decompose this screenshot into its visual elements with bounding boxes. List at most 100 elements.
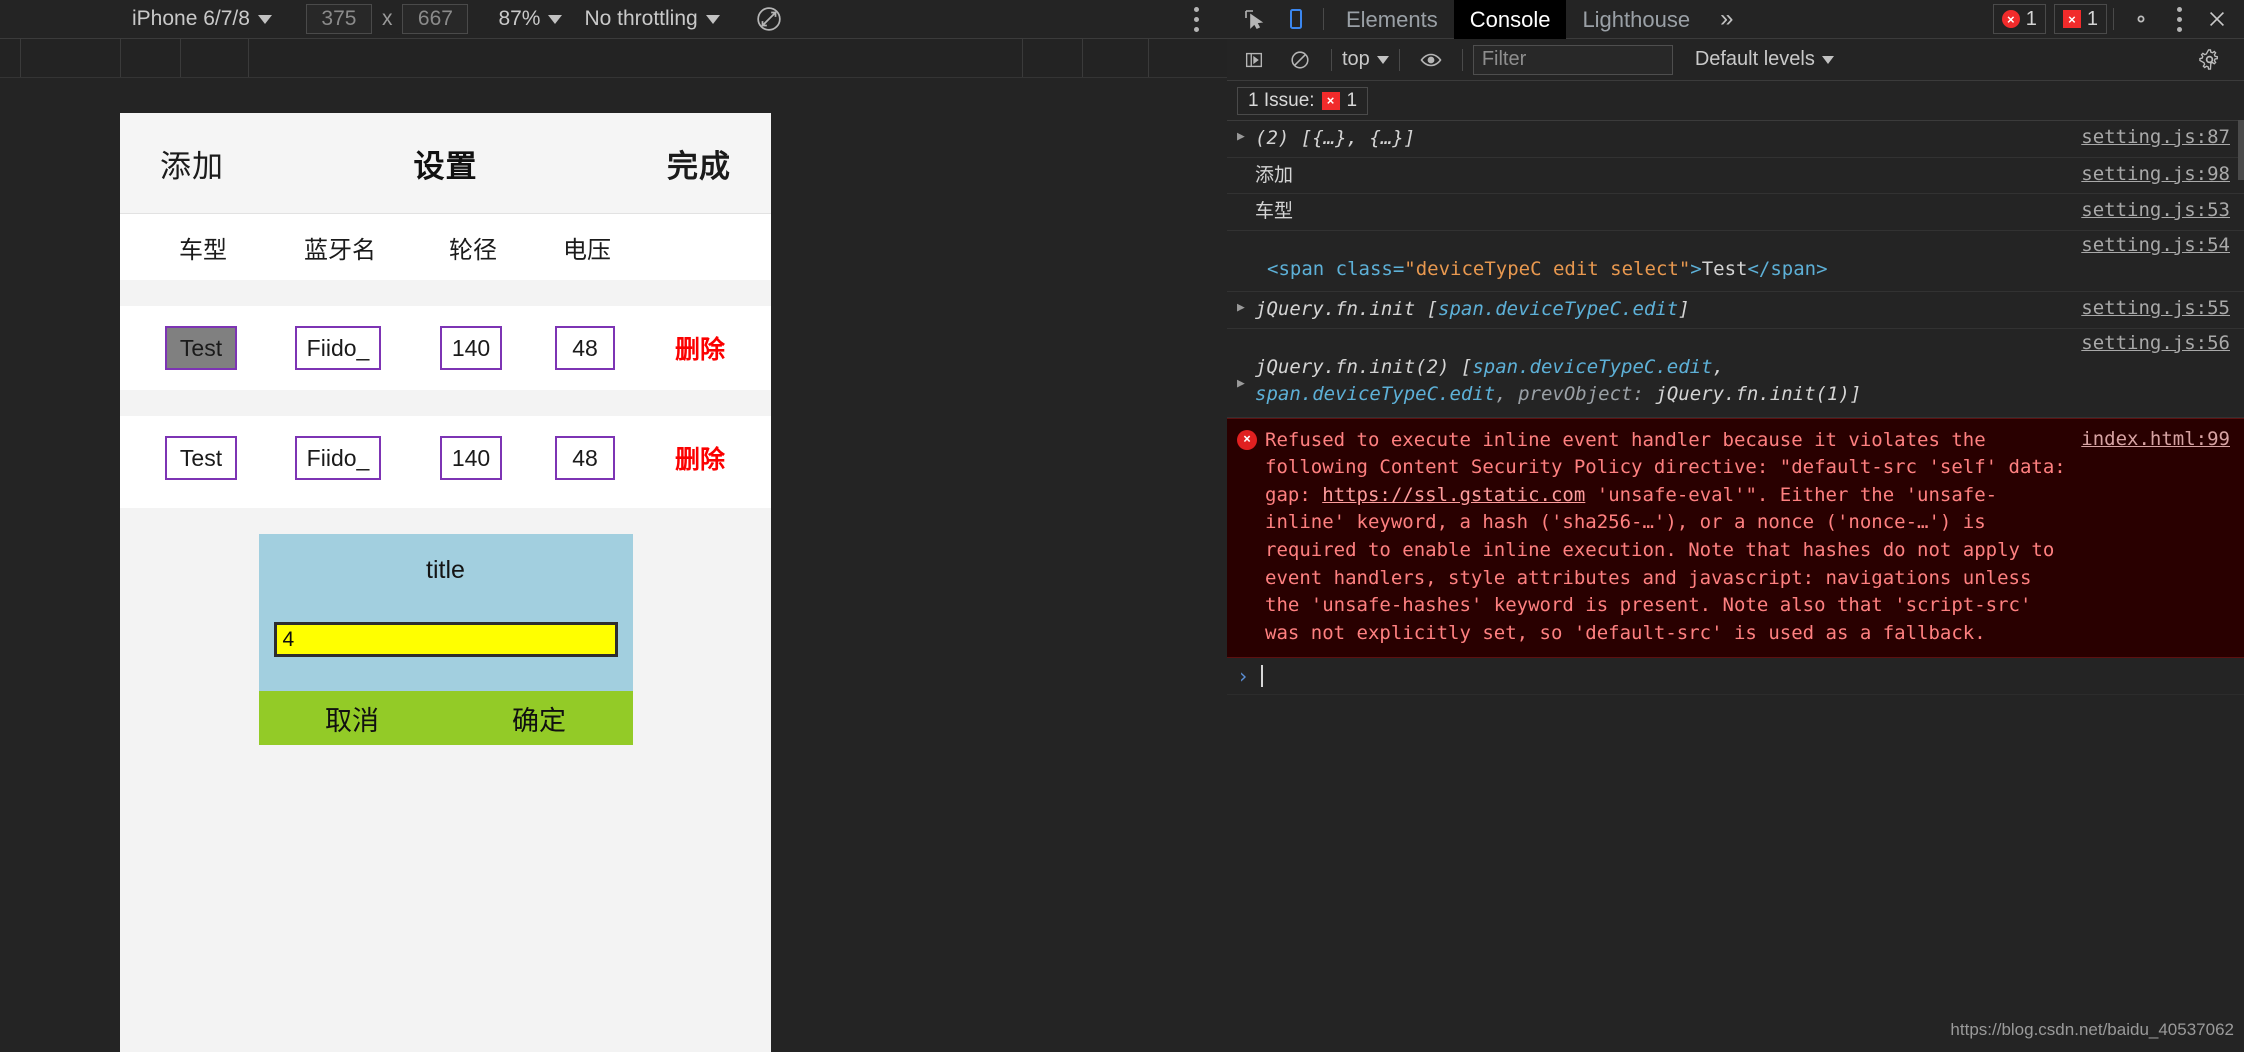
console-message[interactable]: 车型 setting.js:53 bbox=[1227, 194, 2244, 231]
console-message[interactable]: setting.js:56 ▶ jQuery.fn.init(2) [span.… bbox=[1227, 329, 2244, 418]
jquery2-line1-suffix: , bbox=[1712, 355, 1725, 378]
delete-button[interactable]: 删除 bbox=[675, 440, 725, 476]
tab-lighthouse[interactable]: Lighthouse bbox=[1566, 0, 1706, 39]
console-message-text: 添加 bbox=[1255, 163, 1294, 186]
jquery-suffix: ] bbox=[1678, 298, 1690, 321]
modal-confirm-button[interactable]: 确定 bbox=[446, 699, 633, 738]
devtools-panel: Elements Console Lighthouse » × 1 × 1 to… bbox=[1227, 0, 2244, 1052]
issues-bar: 1 Issue: × 1 bbox=[1227, 81, 2244, 121]
console-message-text: (2) [{…}, {…}] bbox=[1255, 127, 1416, 149]
more-vertical-icon[interactable] bbox=[1179, 0, 1213, 39]
expand-spacer bbox=[1237, 162, 1255, 166]
voltage-chip[interactable]: 48 bbox=[555, 436, 615, 480]
html-text-token: Test bbox=[1701, 257, 1748, 280]
toolbar-divider bbox=[1323, 8, 1324, 30]
tab-elements[interactable]: Elements bbox=[1330, 0, 1454, 39]
console-sidebar-icon[interactable] bbox=[1233, 40, 1275, 79]
more-tabs-icon[interactable]: » bbox=[1706, 5, 1747, 33]
console-scrollbar[interactable] bbox=[2238, 120, 2244, 180]
device-toolbar: iPhone 6/7/8 375 x 667 87% No throttling bbox=[0, 0, 1227, 39]
console-message-jquery-multiline: jQuery.fn.init(2) [span.deviceTypeC.edit… bbox=[1255, 354, 2230, 409]
html-close-token: </span> bbox=[1747, 257, 1828, 280]
issues-chip[interactable]: 1 Issue: × 1 bbox=[1237, 86, 1369, 115]
voltage-chip[interactable]: 48 bbox=[555, 326, 615, 370]
error-link[interactable]: https://ssl.gstatic.com bbox=[1322, 484, 1585, 506]
console-prompt[interactable]: › bbox=[1227, 658, 2244, 696]
clear-console-icon[interactable] bbox=[1279, 40, 1321, 79]
jquery2-line2-mid: , prevObject: bbox=[1495, 383, 1656, 406]
vehicle-type-chip[interactable]: Test bbox=[165, 436, 237, 480]
toolbar-divider bbox=[1461, 48, 1463, 71]
phone-viewport: 添加 设置 完成 车型 蓝牙名 轮径 电压 Test Fiido_ 140 48… bbox=[120, 113, 771, 1052]
gear-icon[interactable] bbox=[2120, 0, 2162, 39]
jquery2-line1-prefix: jQuery.fn.init(2) [ bbox=[1255, 355, 1473, 378]
dimension-separator: x bbox=[381, 7, 393, 30]
filter-input[interactable]: Filter bbox=[1472, 44, 1673, 75]
console-message-source[interactable]: setting.js:87 bbox=[2081, 125, 2230, 148]
console-message-source[interactable]: setting.js:54 bbox=[2081, 233, 2230, 256]
issues-count: 1 bbox=[1346, 89, 1358, 111]
console-message[interactable]: 添加 setting.js:98 bbox=[1227, 158, 2244, 195]
console-message-source[interactable]: setting.js:55 bbox=[2081, 296, 2230, 319]
live-expression-icon[interactable] bbox=[1410, 40, 1452, 79]
log-levels-selector[interactable]: Default levels bbox=[1695, 48, 1834, 71]
vehicle-type-chip[interactable]: Test bbox=[165, 326, 237, 370]
html-open-token: <span class= bbox=[1267, 257, 1405, 280]
console-message-html: <span class="deviceTypeC edit select">Te… bbox=[1237, 256, 2230, 288]
error-count: 1 bbox=[2025, 7, 2037, 30]
cell-wheel-diameter: 140 bbox=[416, 326, 526, 370]
log-levels-label: Default levels bbox=[1694, 48, 1815, 70]
rotate-icon[interactable] bbox=[748, 0, 790, 39]
viewport-ruler bbox=[0, 39, 1227, 78]
expand-triangle-icon[interactable]: ▶ bbox=[1237, 296, 1255, 315]
modal-cancel-button[interactable]: 取消 bbox=[259, 699, 446, 738]
console-message-source[interactable]: setting.js:56 bbox=[2081, 331, 2230, 354]
bluetooth-name-chip[interactable]: Fiido_ bbox=[294, 436, 382, 480]
html-attr-token: "deviceTypeC edit select" bbox=[1404, 257, 1691, 280]
warning-count-badge[interactable]: × 1 bbox=[2053, 4, 2107, 34]
issue-icon: × bbox=[1321, 91, 1340, 110]
wheel-diameter-chip[interactable]: 140 bbox=[439, 436, 503, 480]
throttling-selector[interactable]: No throttling bbox=[584, 0, 720, 39]
bluetooth-name-chip[interactable]: Fiido_ bbox=[294, 326, 382, 370]
zoom-selector[interactable]: 87% bbox=[498, 0, 563, 39]
cell-voltage: 48 bbox=[530, 436, 640, 480]
viewport-height-input[interactable]: 667 bbox=[402, 4, 469, 34]
done-button[interactable]: 完成 bbox=[667, 141, 731, 186]
text-caret bbox=[1261, 665, 1264, 688]
expand-spacer bbox=[1237, 198, 1255, 202]
execution-context-selector[interactable]: top bbox=[1342, 48, 1389, 71]
inspect-cursor-icon[interactable] bbox=[1233, 0, 1275, 39]
modal-title: title bbox=[426, 556, 465, 584]
console-message-source[interactable]: setting.js:53 bbox=[2081, 198, 2230, 221]
close-icon[interactable] bbox=[2196, 0, 2238, 39]
gear-icon[interactable] bbox=[2188, 40, 2230, 79]
wheel-diameter-chip[interactable]: 140 bbox=[439, 326, 503, 370]
viewport-width-input[interactable]: 375 bbox=[305, 4, 372, 34]
error-text-part2: 'unsafe-eval'". Either the 'unsafe-inlin… bbox=[1265, 483, 2055, 644]
modal-value-input[interactable]: 4 bbox=[273, 622, 618, 657]
console-message-list: ▶ (2) [{…}, {…}] setting.js:87 添加 settin… bbox=[1227, 121, 2244, 696]
expand-triangle-icon[interactable]: ▶ bbox=[1237, 125, 1255, 144]
console-message[interactable]: ▶ jQuery.fn.init [span.deviceTypeC.edit]… bbox=[1227, 292, 2244, 329]
expand-triangle-icon[interactable]: ▶ bbox=[1237, 372, 1255, 391]
device-emulation-pane: iPhone 6/7/8 375 x 667 87% No throttling bbox=[0, 0, 1227, 1052]
more-vertical-icon[interactable] bbox=[2162, 0, 2196, 39]
chevron-down-icon bbox=[1821, 55, 1834, 64]
table-row: Test Fiido_ 140 48 删除 bbox=[120, 306, 771, 390]
jquery2-line2-tail: jQuery.fn.init(1)] bbox=[1655, 383, 1862, 406]
chevron-down-icon bbox=[1376, 55, 1389, 64]
device-selector[interactable]: iPhone 6/7/8 bbox=[132, 0, 272, 39]
error-count-badge[interactable]: × 1 bbox=[1992, 4, 2046, 34]
zoom-level-label: 87% bbox=[498, 7, 541, 30]
console-message[interactable]: setting.js:54 <span class="deviceTypeC e… bbox=[1227, 231, 2244, 293]
tab-console[interactable]: Console bbox=[1453, 0, 1567, 39]
jquery2-line1-selector: span.deviceTypeC.edit bbox=[1472, 355, 1713, 378]
console-error-message[interactable]: × Refused to execute inline event handle… bbox=[1227, 417, 2244, 659]
toolbar-divider bbox=[1398, 48, 1400, 71]
console-error-source[interactable]: index.html:99 bbox=[2081, 427, 2230, 450]
device-toggle-icon[interactable] bbox=[1275, 0, 1317, 39]
delete-button[interactable]: 删除 bbox=[675, 330, 725, 366]
console-message-source[interactable]: setting.js:98 bbox=[2081, 162, 2230, 185]
console-message[interactable]: ▶ (2) [{…}, {…}] setting.js:87 bbox=[1227, 121, 2244, 158]
